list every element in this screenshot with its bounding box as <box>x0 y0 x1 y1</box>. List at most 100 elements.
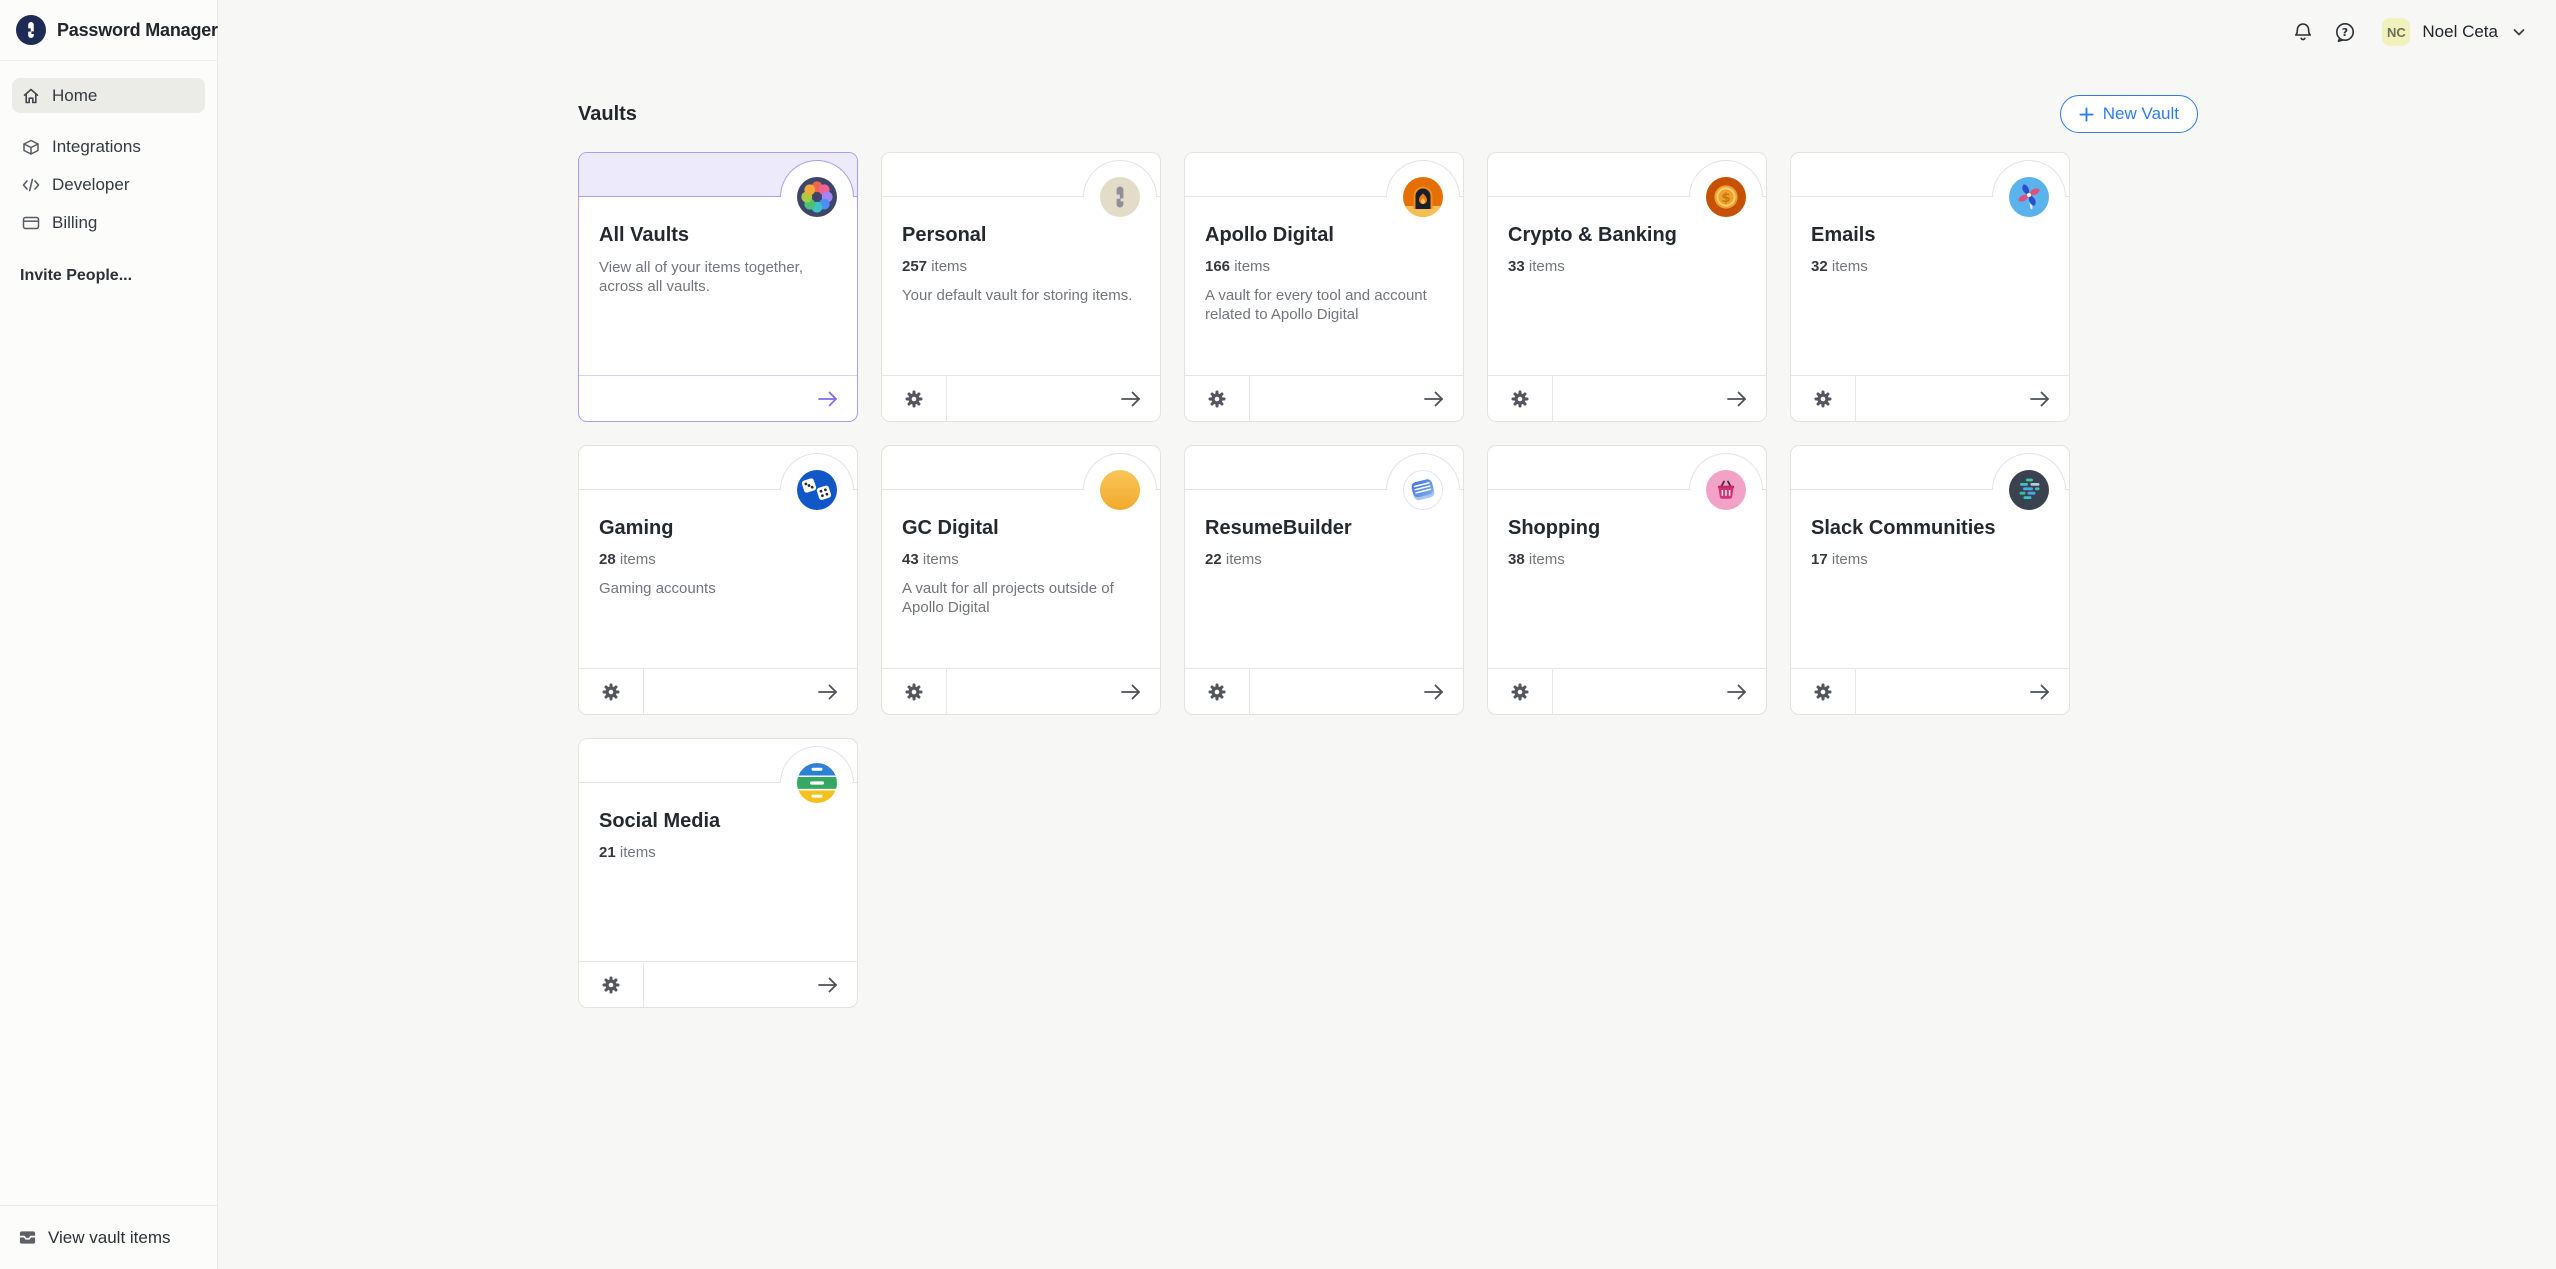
vault-card-footer <box>882 668 1160 714</box>
vault-card-crypto[interactable]: Crypto & Banking 33 items <box>1487 152 1767 422</box>
open-vault-arrow-icon[interactable] <box>1855 376 2069 421</box>
open-vault-arrow-icon[interactable] <box>946 669 1160 714</box>
vault-card-footer <box>1185 668 1463 714</box>
sidebar-nav: Home Integrations Developer Billing <box>0 61 217 240</box>
vault-items-count: 22 items <box>1205 551 1262 568</box>
sidebar-item-developer[interactable]: Developer <box>12 167 205 202</box>
vault-card-resumebuilder[interactable]: ResumeBuilder 22 items <box>1184 445 1464 715</box>
avatar[interactable]: NC <box>2382 18 2411 46</box>
chevron-down-icon[interactable] <box>2512 25 2526 39</box>
emails-vault-icon <box>2009 177 2049 217</box>
page-title: Vaults <box>578 103 637 125</box>
vault-items-count: 33 items <box>1508 258 1565 275</box>
vault-items-count: 43 items <box>902 551 959 568</box>
vault-items-count: 21 items <box>599 844 656 861</box>
sidebar-item-label: Developer <box>52 174 130 194</box>
sidebar-item-label: Billing <box>52 212 98 232</box>
sidebar-item-label: Integrations <box>52 136 141 156</box>
personal-vault-icon <box>1100 177 1140 217</box>
vault-card-footer <box>1488 668 1766 714</box>
vault-items-count: 28 items <box>599 551 656 568</box>
vault-items-count: 166 items <box>1205 258 1271 275</box>
vault-items-count: 32 items <box>1811 258 1868 275</box>
vault-settings-gear-icon[interactable] <box>1791 669 1855 714</box>
vault-card-shopping[interactable]: Shopping 38 items <box>1487 445 1767 715</box>
open-vault-arrow-icon[interactable] <box>1552 669 1766 714</box>
help-chat-icon[interactable]: ? <box>2334 21 2356 43</box>
vault-settings-gear-icon[interactable] <box>1791 376 1855 421</box>
slack-vault-icon <box>2009 470 2049 510</box>
vault-description: A vault for all projects outside of Apol… <box>902 580 1114 617</box>
vault-settings-gear-icon[interactable] <box>579 669 643 714</box>
vault-card-social-media[interactable]: Social Media 21 items <box>578 738 858 1008</box>
view-vault-items-label: View vault items <box>48 1227 171 1247</box>
vault-settings-gear-icon[interactable] <box>882 376 946 421</box>
open-vault-arrow-icon[interactable] <box>1249 669 1463 714</box>
vault-description: A vault for every tool and account relat… <box>1205 287 1427 324</box>
vault-card-footer <box>579 961 857 1007</box>
invite-people-link[interactable]: Invite People... <box>0 267 217 285</box>
gc-digital-vault-icon <box>1100 470 1140 510</box>
crypto-vault-icon <box>1706 177 1746 217</box>
social-media-vault-icon <box>797 763 837 803</box>
vault-card-apollo[interactable]: Apollo Digital 166 items A vault for eve… <box>1184 152 1464 422</box>
sidebar-item-billing[interactable]: Billing <box>12 205 205 240</box>
vault-items-icon <box>18 1228 37 1247</box>
topbar: ? NC Noel Ceta <box>2292 0 2526 64</box>
vault-settings-gear-icon[interactable] <box>882 669 946 714</box>
view-vault-items-button[interactable]: View vault items <box>0 1205 217 1269</box>
vault-card-footer <box>882 375 1160 421</box>
all-vaults-vault-icon <box>797 177 837 217</box>
app-title: Password Manager <box>57 19 218 40</box>
sidebar-item-integrations[interactable]: Integrations <box>12 129 205 164</box>
resumebuilder-vault-icon <box>1403 470 1443 510</box>
developer-icon <box>21 175 41 195</box>
vault-card-emails[interactable]: Emails 32 items <box>1790 152 2070 422</box>
vault-card-footer <box>579 375 857 421</box>
app-logo-row: Password Manager <box>0 0 218 61</box>
home-icon <box>21 86 41 106</box>
vault-description: View all of your items together, across … <box>599 259 803 296</box>
vault-items-count: 257 items <box>902 258 968 275</box>
shopping-vault-icon <box>1706 470 1746 510</box>
vault-description: Gaming accounts <box>599 580 716 597</box>
vault-settings-gear-icon[interactable] <box>1185 669 1249 714</box>
open-vault-arrow-icon[interactable] <box>579 376 857 421</box>
user-name: Noel Ceta <box>2422 22 2498 41</box>
open-vault-arrow-icon[interactable] <box>946 376 1160 421</box>
notifications-bell-icon[interactable] <box>2292 21 2314 43</box>
open-vault-arrow-icon[interactable] <box>1249 376 1463 421</box>
open-vault-arrow-icon[interactable] <box>643 962 857 1007</box>
vault-card-footer <box>1185 375 1463 421</box>
open-vault-arrow-icon[interactable] <box>1552 376 1766 421</box>
sidebar-item-label: Home <box>52 85 98 105</box>
open-vault-arrow-icon[interactable] <box>1855 669 2069 714</box>
vault-card-gaming[interactable]: Gaming 28 items Gaming accounts <box>578 445 858 715</box>
plus-icon <box>2079 106 2094 122</box>
sidebar-item-home[interactable]: Home <box>12 78 205 113</box>
vault-card-footer <box>1791 668 2069 714</box>
vault-settings-gear-icon[interactable] <box>1488 669 1552 714</box>
vault-items-count: 17 items <box>1811 551 1868 568</box>
vault-items-count: 38 items <box>1508 551 1565 568</box>
vault-settings-gear-icon[interactable] <box>1185 376 1249 421</box>
vault-settings-gear-icon[interactable] <box>1488 376 1552 421</box>
vault-card-slack[interactable]: Slack Communities 17 items <box>1790 445 2070 715</box>
vault-settings-gear-icon[interactable] <box>579 962 643 1007</box>
new-vault-label: New Vault <box>2102 104 2179 123</box>
apollo-vault-icon <box>1403 177 1443 217</box>
vault-card-personal[interactable]: Personal 257 items Your default vault fo… <box>881 152 1161 422</box>
billing-icon <box>21 213 41 233</box>
gaming-vault-icon <box>797 470 837 510</box>
integrations-icon <box>21 137 41 157</box>
vault-card-footer <box>1791 375 2069 421</box>
new-vault-button[interactable]: New Vault <box>2059 95 2198 133</box>
vault-card-footer <box>1488 375 1766 421</box>
vault-card-gc-digital[interactable]: GC Digital 43 items A vault for all proj… <box>881 445 1161 715</box>
vault-card-footer <box>579 668 857 714</box>
app-logo-icon <box>16 15 46 45</box>
vault-description: Your default vault for storing items. <box>902 287 1133 304</box>
open-vault-arrow-icon[interactable] <box>643 669 857 714</box>
vault-card-all-vaults[interactable]: All Vaults View all of your items togeth… <box>578 152 858 422</box>
sidebar: Password Manager Home Integrations Devel… <box>0 0 218 1269</box>
